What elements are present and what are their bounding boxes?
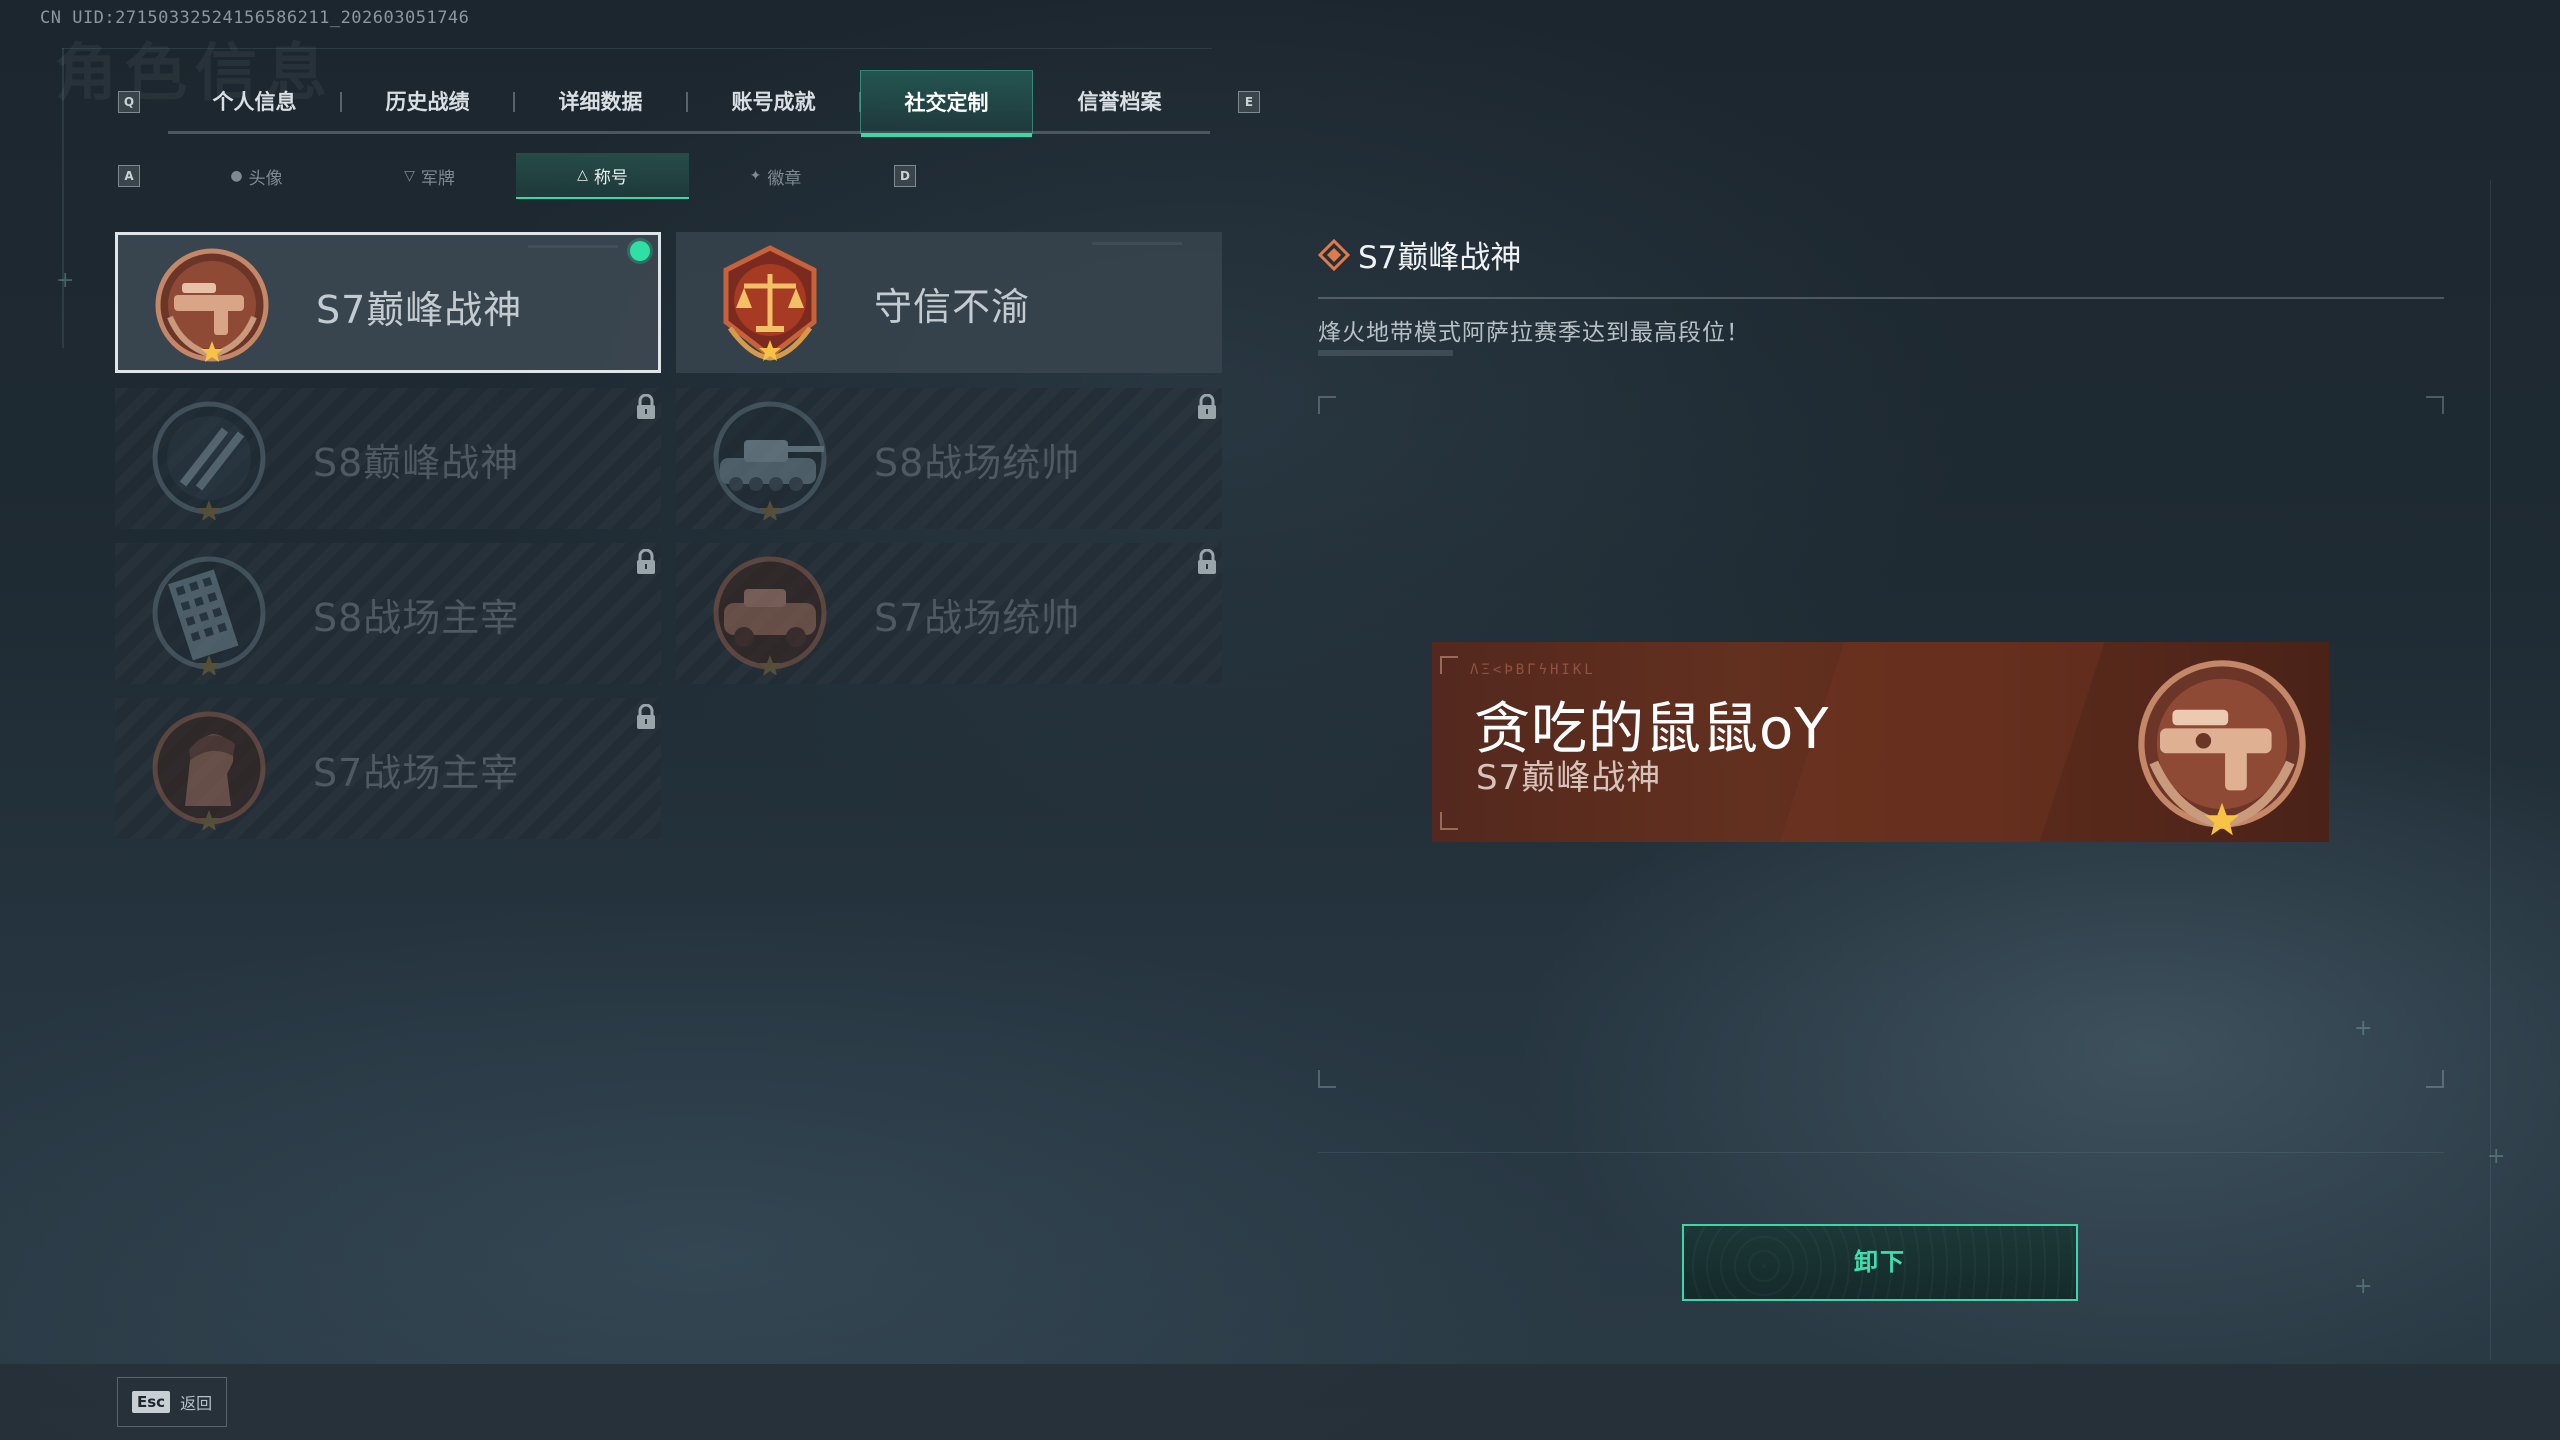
tab-label: 详细数据 xyxy=(558,90,643,114)
unequip-button[interactable]: 卸下 xyxy=(1682,1224,2078,1301)
deco-plus: + xyxy=(2354,1016,2373,1041)
tank-medal-icon xyxy=(713,401,827,520)
tab-match-history[interactable]: 历史战绩 xyxy=(341,70,515,134)
soldier-medal-icon xyxy=(152,711,266,830)
subtab-emblem[interactable]: ✦ 徽章 xyxy=(689,153,862,199)
dogtag-icon: ▽ xyxy=(404,168,415,184)
title-preview-banner: ΛΞ<ÞΒΓϟΗΙΚL 贪吃的鼠鼠oY S7巅峰战神 xyxy=(1432,642,2329,842)
tab-label: 账号成就 xyxy=(731,90,816,114)
building-medal-icon xyxy=(152,556,266,675)
prev-subtab-key[interactable]: A xyxy=(118,165,140,187)
title-icon: △ xyxy=(577,167,588,183)
frame-corner xyxy=(2426,396,2444,414)
subtab-avatar[interactable]: ● 头像 xyxy=(170,153,343,199)
deco-plus: + xyxy=(2487,1144,2506,1169)
title-card-s7-peak-war-god[interactable]: S7巅峰战神 xyxy=(115,232,661,373)
right-frame-line xyxy=(2490,180,2491,1360)
detail-title: S7巅峰战神 xyxy=(1358,240,1522,276)
subtab-label: 军牌 xyxy=(420,168,455,189)
title-name: S7战场统帅 xyxy=(874,596,1081,640)
title-name: S7巅峰战神 xyxy=(316,288,523,332)
title-name: S7战场主宰 xyxy=(313,751,520,795)
equipped-indicator xyxy=(630,241,650,261)
lock-icon xyxy=(1198,549,1216,574)
main-tabs: 个人信息 历史战绩 详细数据 账号成就 社交定制 信誉档案 xyxy=(168,70,1210,137)
esc-key: Esc xyxy=(132,1391,171,1413)
tab-achievements[interactable]: 账号成就 xyxy=(687,70,861,134)
title-card-keep-faith[interactable]: 守信不渝 xyxy=(676,232,1222,373)
frame-corner xyxy=(2426,1070,2444,1088)
vehicle-medal-icon xyxy=(713,556,827,675)
next-tab-key[interactable]: E xyxy=(1238,91,1260,113)
tab-credit-record[interactable]: 信誉档案 xyxy=(1033,70,1206,134)
prev-tab-key[interactable]: Q xyxy=(118,91,140,113)
bottom-frame-line xyxy=(1318,1152,2444,1153)
sub-tabs: ● 头像 ▽ 军牌 △ 称号 ✦ 徽章 xyxy=(170,153,865,199)
detail-header: S7巅峰战神 xyxy=(1318,232,1521,277)
tab-personal-info[interactable]: 个人信息 xyxy=(168,70,342,134)
deco-plus: + xyxy=(2354,1274,2373,1299)
title-card-s8-battlefield-dominator[interactable]: S8战场主宰 xyxy=(115,543,661,684)
title-card-s8-peak-war-god[interactable]: S8巅峰战神 xyxy=(115,388,661,529)
detail-divider xyxy=(1318,297,2444,299)
scales-medal-icon xyxy=(723,245,817,361)
subtab-label: 称号 xyxy=(593,167,628,188)
bronze-gun-medal-icon xyxy=(2138,660,2306,836)
tab-social-custom[interactable]: 社交定制 xyxy=(860,70,1033,137)
title-name: S8战场主宰 xyxy=(313,596,520,640)
preview-title: S7巅峰战神 xyxy=(1476,758,1662,798)
subtab-label: 徽章 xyxy=(767,168,802,189)
left-frame-line xyxy=(62,48,64,348)
tab-label: 个人信息 xyxy=(212,90,297,114)
tab-detailed-data[interactable]: 详细数据 xyxy=(514,70,688,134)
detail-description: 烽火地带模式阿萨拉赛季达到最高段位！ xyxy=(1318,320,1750,346)
slash-medal-icon xyxy=(152,401,266,520)
title-card-s8-battlefield-commander[interactable]: S8战场统帅 xyxy=(676,388,1222,529)
tab-label: 历史战绩 xyxy=(385,90,470,114)
uid-label: CN UID:27150332524156586211_202603051746 xyxy=(40,8,470,28)
screen: 角色信息 CN UID:27150332524156586211_2026030… xyxy=(0,0,2560,1440)
title-card-s7-battlefield-commander[interactable]: S7战场统帅 xyxy=(676,543,1222,684)
title-name: S8巅峰战神 xyxy=(313,441,520,485)
back-label: 返回 xyxy=(180,1394,213,1413)
card-decoration xyxy=(1092,242,1182,245)
person-icon: ● xyxy=(230,168,243,184)
top-frame-line xyxy=(62,48,1212,49)
lock-icon xyxy=(1198,394,1216,419)
emblem-icon: ✦ xyxy=(749,168,762,184)
tab-label: 社交定制 xyxy=(904,91,989,115)
next-subtab-key[interactable]: D xyxy=(894,165,916,187)
subtab-label: 头像 xyxy=(248,168,283,189)
banner-corner xyxy=(1440,656,1458,674)
bronze-gun-medal-icon xyxy=(155,248,269,362)
frame-corner xyxy=(1318,1070,1336,1088)
lock-icon xyxy=(637,549,655,574)
frame-corner xyxy=(1318,396,1336,414)
bottom-bar xyxy=(0,1364,2560,1440)
deco-plus: + xyxy=(56,268,75,293)
lock-icon xyxy=(637,704,655,729)
tab-label: 信誉档案 xyxy=(1077,90,1162,114)
subtab-dogtag[interactable]: ▽ 军牌 xyxy=(343,153,516,199)
subtab-title[interactable]: △ 称号 xyxy=(516,153,689,199)
lock-icon xyxy=(637,394,655,419)
diamond-icon xyxy=(1318,238,1350,271)
title-card-s7-battlefield-dominator[interactable]: S7战场主宰 xyxy=(115,698,661,839)
banner-runes: ΛΞ<ÞΒΓϟΗΙΚL xyxy=(1470,662,1596,678)
title-name: S8战场统帅 xyxy=(874,441,1081,485)
title-name: 守信不渝 xyxy=(874,285,1031,329)
back-button[interactable]: Esc 返回 xyxy=(117,1377,227,1427)
banner-corner xyxy=(1440,812,1458,830)
detail-decoration xyxy=(1318,350,1453,356)
card-decoration xyxy=(528,245,618,248)
